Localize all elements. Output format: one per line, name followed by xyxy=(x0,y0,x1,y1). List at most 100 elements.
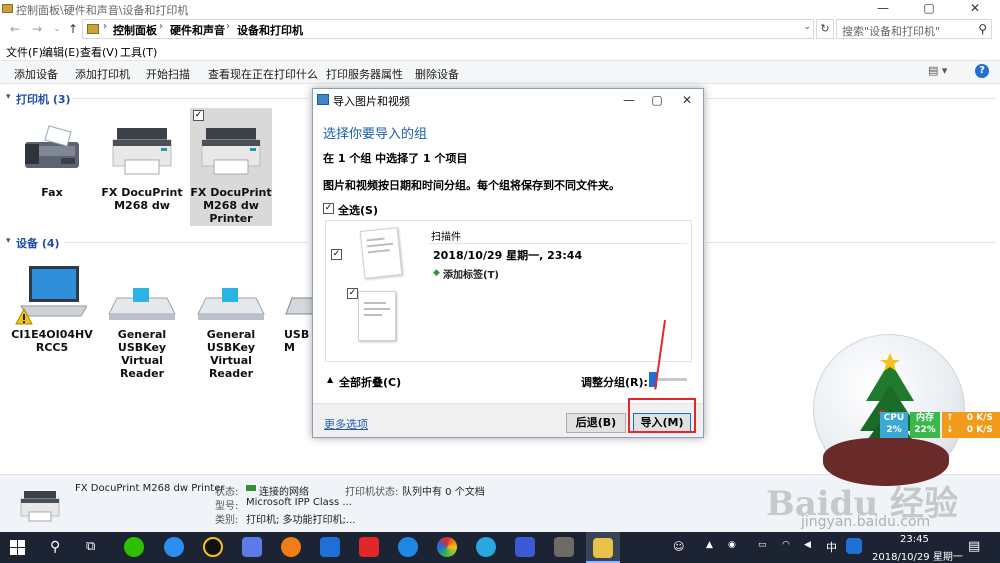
wechat-icon[interactable] xyxy=(124,537,144,557)
breadcrumb-separator-icon: › xyxy=(159,21,163,32)
menu-tools[interactable]: 工具(T) xyxy=(120,44,157,60)
group-divider xyxy=(72,98,308,99)
tray-icon[interactable]: ◉ xyxy=(728,540,736,550)
search-icon[interactable]: ⚲ xyxy=(50,539,60,555)
cpu-meter: CPU 2% xyxy=(880,412,908,438)
details-status-label: 状态: xyxy=(215,487,239,498)
memory-value: 22% xyxy=(914,425,936,435)
see-printing-button[interactable]: 查看现在正在打印什么 xyxy=(208,66,318,82)
item-checkbox[interactable]: ✓ xyxy=(193,110,204,121)
clock-date[interactable]: 2018/10/29 星期一 xyxy=(872,548,963,563)
details-printer-status-value: 队列中有 0 个文档 xyxy=(402,487,485,498)
printer-item-fax[interactable]: Fax xyxy=(11,110,93,226)
add-tag-link[interactable]: 添加标签(T) xyxy=(443,266,499,281)
print-server-properties-button[interactable]: 打印服务器属性 xyxy=(326,66,403,82)
tag-icon: ◆ xyxy=(433,268,440,278)
printer-label: FX DocuPrint M268 dw xyxy=(101,186,183,212)
photos-icon xyxy=(317,94,329,105)
device-item-usbkey-reader-1[interactable]: General USBKey Virtual Reader xyxy=(101,260,183,380)
scan-thumbnail[interactable] xyxy=(358,291,396,341)
remove-device-button[interactable]: 删除设备 xyxy=(415,66,459,82)
address-bar[interactable]: › 控制面板 › 硬件和声音 › 设备和打印机 ⌄ xyxy=(82,19,814,39)
details-device-name: FX DocuPrint M268 dw Printer xyxy=(75,483,225,494)
notification-icon[interactable]: ▤ xyxy=(968,539,980,554)
breadcrumb-control-panel[interactable]: 控制面板 xyxy=(113,22,157,38)
wifi-icon[interactable]: ◠ xyxy=(782,540,790,550)
dialog-close-button[interactable]: ✕ xyxy=(673,91,701,109)
app-icon[interactable] xyxy=(359,537,379,557)
app-icon[interactable] xyxy=(554,537,574,557)
volume-icon[interactable]: ◀ xyxy=(804,540,811,550)
group-divider xyxy=(429,243,687,244)
up-arrow-icon[interactable]: ↑ xyxy=(66,21,80,37)
refresh-icon[interactable]: ↻ xyxy=(816,19,834,39)
add-printer-button[interactable]: 添加打印机 xyxy=(75,66,130,82)
battery-icon[interactable]: ▭ xyxy=(758,540,767,550)
select-all-label[interactable]: 全选(S) xyxy=(338,202,378,218)
close-button[interactable]: ✕ xyxy=(952,0,998,18)
app-icon[interactable] xyxy=(476,537,496,557)
explorer-taskbar-button[interactable] xyxy=(586,532,620,563)
taskbar: ⚲ ⧉ ☺ ▲ ◉ ▭ ◠ ◀ 中 23:45 2018/10/29 星期一 ▤ xyxy=(0,532,1000,563)
breadcrumb-hardware-sound[interactable]: 硬件和声音 xyxy=(170,22,225,38)
printer-item-fx-m268[interactable]: FX DocuPrint M268 dw xyxy=(101,110,183,226)
printer-item-fx-m268-printer[interactable]: ✓ FX DocuPrint M268 dw Printer xyxy=(190,108,272,226)
chevron-up-icon[interactable]: ▲ xyxy=(706,540,713,550)
printers-group-header[interactable]: 打印机 (3) xyxy=(16,91,71,107)
windows-start-icon[interactable] xyxy=(10,540,25,555)
minimize-button[interactable]: — xyxy=(860,0,906,18)
add-device-button[interactable]: 添加设备 xyxy=(14,66,58,82)
clock-time[interactable]: 23:45 xyxy=(900,534,929,545)
forward-arrow-icon[interactable]: → xyxy=(30,21,44,37)
app-icon[interactable] xyxy=(281,537,301,557)
window-title: 控制面板\硬件和声音\设备和打印机 xyxy=(16,4,189,17)
app-icon[interactable] xyxy=(515,537,535,557)
app-icon[interactable] xyxy=(437,537,457,557)
fax-icon xyxy=(25,125,79,168)
menu-edit[interactable]: 编辑(E) xyxy=(42,44,80,60)
task-view-icon[interactable]: ⧉ xyxy=(86,539,95,554)
device-item-usb-m[interactable]: USB M xyxy=(280,260,312,370)
device-item-usbkey-reader-2[interactable]: General USBKey Virtual Reader xyxy=(190,260,272,380)
device-item-laptop[interactable]: CI1E4OI04HV RCC5 xyxy=(11,260,93,370)
group-checkbox[interactable]: ✓ xyxy=(331,249,342,260)
dialog-maximize-button[interactable]: ▢ xyxy=(643,91,671,109)
select-all-checkbox[interactable]: ✓ xyxy=(323,203,334,214)
breadcrumb-devices-printers[interactable]: 设备和打印机 xyxy=(237,22,303,38)
memory-meter: 内存 22% xyxy=(910,412,940,438)
start-scan-button[interactable]: 开始扫描 xyxy=(146,66,190,82)
browser-icon[interactable] xyxy=(398,537,418,557)
menu-file[interactable]: 文件(F) xyxy=(6,44,43,60)
collapse-all-link[interactable]: 全部折叠(C) xyxy=(339,374,401,390)
search-input[interactable]: 搜索"设备和打印机" ⚲ xyxy=(836,19,992,39)
dialog-minimize-button[interactable]: — xyxy=(615,91,643,109)
qq-icon[interactable] xyxy=(203,537,223,557)
help-icon[interactable]: ? xyxy=(975,64,989,78)
back-arrow-icon[interactable]: ← xyxy=(8,21,22,37)
details-category-value: 打印机; 多功能打印机;... xyxy=(246,515,356,526)
maximize-button[interactable]: ▢ xyxy=(906,0,952,18)
folder-icon xyxy=(87,24,99,34)
app-icon[interactable] xyxy=(320,537,340,557)
chevron-down-icon[interactable]: ⌄ xyxy=(803,22,811,32)
menu-view[interactable]: 查看(V) xyxy=(80,44,118,60)
collapse-chevron-icon[interactable]: ▾ xyxy=(6,92,11,102)
kuaizip-icon[interactable] xyxy=(164,537,184,557)
ime-indicator[interactable]: 中 xyxy=(826,539,837,555)
more-options-link[interactable]: 更多选项 xyxy=(324,416,368,432)
dialog-heading: 选择你要导入的组 xyxy=(323,127,428,142)
item-checkbox[interactable]: ✓ xyxy=(347,288,358,299)
devices-group-header[interactable]: 设备 (4) xyxy=(16,235,60,251)
app-icon[interactable] xyxy=(242,537,262,557)
group-list: ✓ ✓ 扫描件 2018/10/29 星期一, 23:44 ◆ 添加标签(T) xyxy=(325,220,692,362)
back-button[interactable]: 后退(B) xyxy=(566,413,626,433)
app-icon[interactable] xyxy=(846,538,862,554)
people-icon[interactable]: ☺ xyxy=(673,540,684,553)
recent-dropdown-icon[interactable]: ⌄ xyxy=(50,21,64,37)
view-options-icon[interactable]: ▤ ▾ xyxy=(928,64,947,77)
group-name[interactable]: 扫描件 xyxy=(431,228,461,243)
scan-thumbnail[interactable] xyxy=(359,227,403,279)
collapse-chevron-icon[interactable]: ▾ xyxy=(6,236,11,246)
search-icon[interactable]: ⚲ xyxy=(978,22,987,36)
card-reader-icon xyxy=(197,288,265,320)
